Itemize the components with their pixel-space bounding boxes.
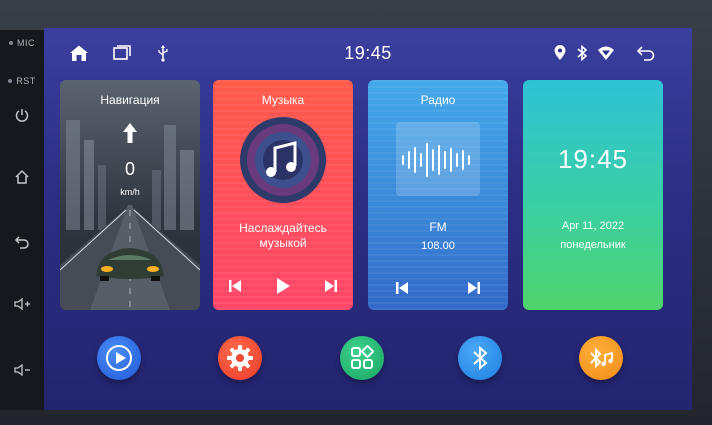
bluetooth-status xyxy=(575,44,589,67)
clock-date: Apr 11, 2022 xyxy=(561,220,625,232)
music-prev-button[interactable] xyxy=(227,279,243,298)
clock-weekday: понедельник xyxy=(560,239,626,251)
play-icon xyxy=(106,345,132,371)
music-next-button[interactable] xyxy=(323,279,339,298)
hw-back-button[interactable] xyxy=(0,234,44,250)
status-bar: 19:45 xyxy=(44,28,692,78)
music-title: Музыка xyxy=(261,93,305,107)
head-unit-screen: 19:45 Навигация 0 km/h Музыка Наслаждайт… xyxy=(44,28,692,410)
settings-button[interactable] xyxy=(218,336,262,380)
direction-arrow-icon xyxy=(123,123,137,143)
next-icon xyxy=(325,280,337,292)
music-disc xyxy=(240,117,326,203)
video-player-button[interactable] xyxy=(97,336,141,380)
apps-icon xyxy=(351,345,374,369)
wifi-status xyxy=(597,44,615,67)
next-icon xyxy=(468,282,480,294)
location-icon xyxy=(554,45,566,60)
previous-icon xyxy=(229,280,241,292)
hw-home-button[interactable] xyxy=(0,169,44,185)
radio-frequency: 108.00 xyxy=(421,240,455,252)
volume-up-icon xyxy=(14,297,30,311)
music-subtitle-line2: музыкой xyxy=(259,236,307,250)
navigation-card[interactable]: Навигация 0 km/h xyxy=(60,80,200,310)
navigation-title: Навигация xyxy=(100,93,160,107)
status-clock: 19:45 xyxy=(344,43,392,63)
wifi-icon xyxy=(598,46,614,60)
bluetooth-icon xyxy=(473,345,488,371)
volume-up-button[interactable] xyxy=(0,296,44,312)
speed-value: 0 xyxy=(124,159,135,179)
hardware-side-panel: MIC RST xyxy=(0,30,44,410)
reset-button[interactable]: RST xyxy=(0,76,44,87)
back-icon xyxy=(14,236,29,249)
clock-time: 19:45 xyxy=(557,144,629,174)
back-button[interactable] xyxy=(636,44,656,67)
bluetooth-music-button[interactable] xyxy=(579,336,623,380)
radio-next-button[interactable] xyxy=(466,281,482,300)
music-card[interactable]: Музыка Наслаждайтесь музыкой xyxy=(213,80,353,310)
bluetooth-button[interactable] xyxy=(458,336,502,380)
bluetooth-music-icon xyxy=(590,347,613,369)
music-play-button[interactable] xyxy=(275,277,291,300)
apps-button[interactable] xyxy=(340,336,384,380)
radio-card[interactable]: Радио FM 108.00 xyxy=(368,80,508,310)
rst-label: RST xyxy=(16,76,36,86)
volume-down-button[interactable] xyxy=(0,362,44,378)
power-icon xyxy=(15,109,29,122)
radio-band: FM xyxy=(429,220,447,234)
sound-wave-icon xyxy=(402,143,470,177)
clock-card[interactable]: 19:45 Apr 11, 2022 понедельник xyxy=(523,80,663,310)
mic-hole: MIC xyxy=(0,38,44,49)
mic-label: MIC xyxy=(17,38,35,48)
play-icon xyxy=(277,278,290,294)
radio-prev-button[interactable] xyxy=(394,281,410,300)
settings-icon xyxy=(227,345,253,371)
back-icon xyxy=(636,46,655,61)
previous-icon xyxy=(396,282,408,294)
volume-down-icon xyxy=(14,363,30,377)
power-button[interactable] xyxy=(0,107,44,123)
speed-unit: km/h xyxy=(120,187,140,197)
radio-title: Радио xyxy=(420,93,456,107)
location-status xyxy=(553,44,567,67)
music-subtitle-line1: Наслаждайтесь xyxy=(239,221,327,235)
home-icon xyxy=(15,169,29,184)
bluetooth-icon xyxy=(577,44,588,62)
